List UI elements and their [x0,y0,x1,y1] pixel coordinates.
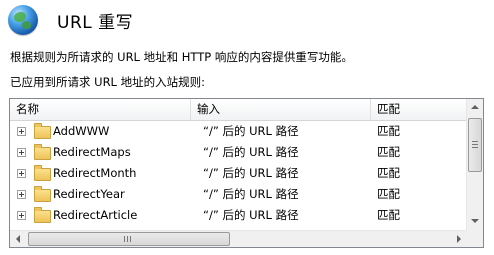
horizontal-scrollbar[interactable] [10,230,467,247]
folder-icon [34,207,51,223]
globe-icon [8,5,38,35]
folder-icon [34,123,51,139]
arrow-left-icon [16,235,20,243]
grip-line [127,236,128,242]
plus-icon[interactable] [17,127,26,136]
plus-icon[interactable] [17,169,26,178]
rule-match: 匹配 [377,166,400,180]
rule-name: RedirectArticle [53,208,138,222]
page-header: URL 重写 [8,4,133,36]
rule-name: AddWWW [53,124,110,138]
scroll-left-button[interactable] [10,231,27,247]
folder-icon [34,186,51,202]
grip-line [124,236,125,242]
scroll-right-button[interactable] [450,231,467,247]
rule-name: RedirectMonth [53,166,137,180]
table-row[interactable]: RedirectYear “/” 后的 URL 路径 匹配 [10,184,467,205]
grip-line [130,236,131,242]
grip-line [472,141,478,142]
rule-match: 匹配 [377,145,400,159]
column-header-match[interactable]: 匹配 [371,99,467,120]
rule-input: “/” 后的 URL 路径 [203,145,299,159]
scrollbar-corner [466,230,483,247]
rule-match: 匹配 [377,187,400,201]
table-row[interactable]: RedirectMaps “/” 后的 URL 路径 匹配 [10,142,467,163]
page-title: URL 重写 [57,12,134,33]
arrow-right-icon [457,235,461,243]
rule-name: RedirectMaps [53,145,131,159]
arrow-down-icon [471,219,479,223]
table-row[interactable]: RedirectMonth “/” 后的 URL 路径 匹配 [10,163,467,184]
column-header-name[interactable]: 名称 [10,99,191,120]
rules-grid[interactable]: 名称 输入 匹配 AddWWW “/” 后的 URL 路径 匹配 Redirec… [9,98,484,248]
arrow-up-icon [471,105,479,109]
table-row[interactable]: RedirectArticle “/” 后的 URL 路径 匹配 [10,205,467,226]
inbound-rules-label: 已应用到所请求 URL 地址的入站规则: [10,75,205,89]
rule-input: “/” 后的 URL 路径 [203,124,299,138]
url-rewrite-panel: URL 重写 根据规则为所请求的 URL 地址和 HTTP 响应的内容提供重写功… [0,0,494,255]
grid-header: 名称 输入 匹配 [10,99,467,121]
vertical-scrollbar[interactable] [466,99,483,230]
table-row[interactable]: AddWWW “/” 后的 URL 路径 匹配 [10,121,467,142]
grip-line [472,147,478,148]
horizontal-scroll-thumb[interactable] [28,232,230,246]
plus-icon[interactable] [17,148,26,157]
folder-icon [34,165,51,181]
rule-input: “/” 后的 URL 路径 [203,187,299,201]
scroll-down-button[interactable] [467,213,483,230]
vertical-scroll-thumb[interactable] [468,118,482,172]
rule-input: “/” 后的 URL 路径 [203,166,299,180]
plus-icon[interactable] [17,211,26,220]
rule-match: 匹配 [377,208,400,222]
folder-icon [34,144,51,160]
scroll-up-button[interactable] [467,99,483,116]
plus-icon[interactable] [17,190,26,199]
rule-input: “/” 后的 URL 路径 [203,208,299,222]
rule-match: 匹配 [377,124,400,138]
description-text: 根据规则为所请求的 URL 地址和 HTTP 响应的内容提供重写功能。 [10,50,353,64]
column-header-input[interactable]: 输入 [191,99,371,120]
grip-line [472,144,478,145]
rule-name: RedirectYear [53,187,125,201]
